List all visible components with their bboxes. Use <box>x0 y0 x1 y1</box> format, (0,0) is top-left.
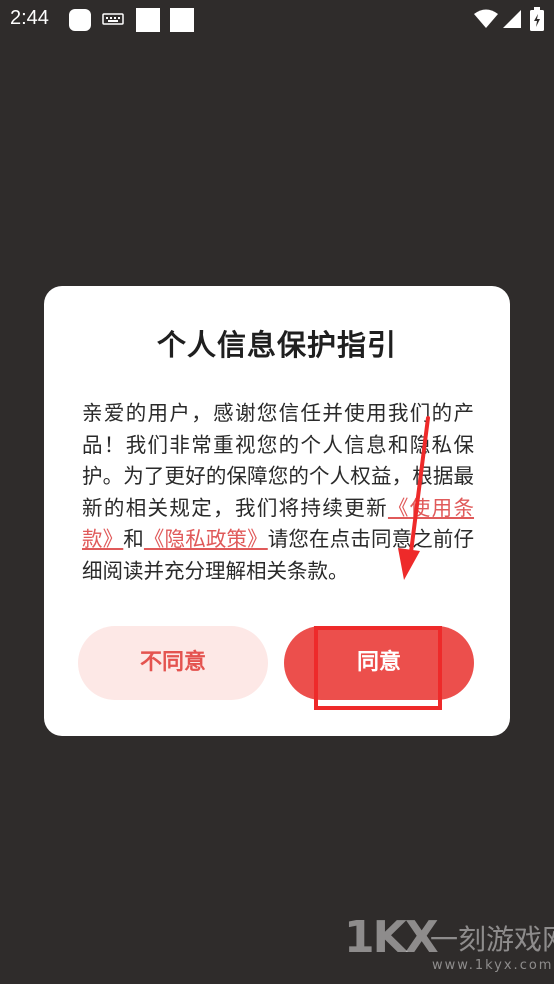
body-text-2: 和 <box>123 527 144 551</box>
status-bar: 2:44 <box>0 0 554 38</box>
watermark-url: www.1kyx.com <box>432 958 554 973</box>
dialog-body: 亲爱的用户，感谢您信任并使用我们的产品！我们非常重视您的个人信息和隐私保护。为了… <box>82 398 474 587</box>
square-icon <box>170 8 194 32</box>
watermark: 1KX 一刻游戏网 www.1kyx.com <box>344 912 554 984</box>
dialog-title: 个人信息保护指引 <box>156 328 397 362</box>
battery-icon <box>530 7 544 31</box>
watermark-logo: 1KX <box>344 912 439 963</box>
agree-button[interactable]: 同意 <box>284 626 474 700</box>
keyboard-icon <box>102 13 124 25</box>
watermark-brand: 一刻游戏网 <box>430 923 554 956</box>
signal-icon <box>503 10 521 28</box>
status-time: 2:44 <box>10 7 49 29</box>
square-icon <box>136 8 160 32</box>
wifi-icon <box>474 9 498 28</box>
app-icon <box>69 9 91 31</box>
privacy-policy-link[interactable]: 《隐私政策》 <box>144 527 268 551</box>
privacy-dialog: 个人信息保护指引 亲爱的用户，感谢您信任并使用我们的产品！我们非常重视您的个人信… <box>44 286 510 736</box>
disagree-button[interactable]: 不同意 <box>78 626 268 700</box>
